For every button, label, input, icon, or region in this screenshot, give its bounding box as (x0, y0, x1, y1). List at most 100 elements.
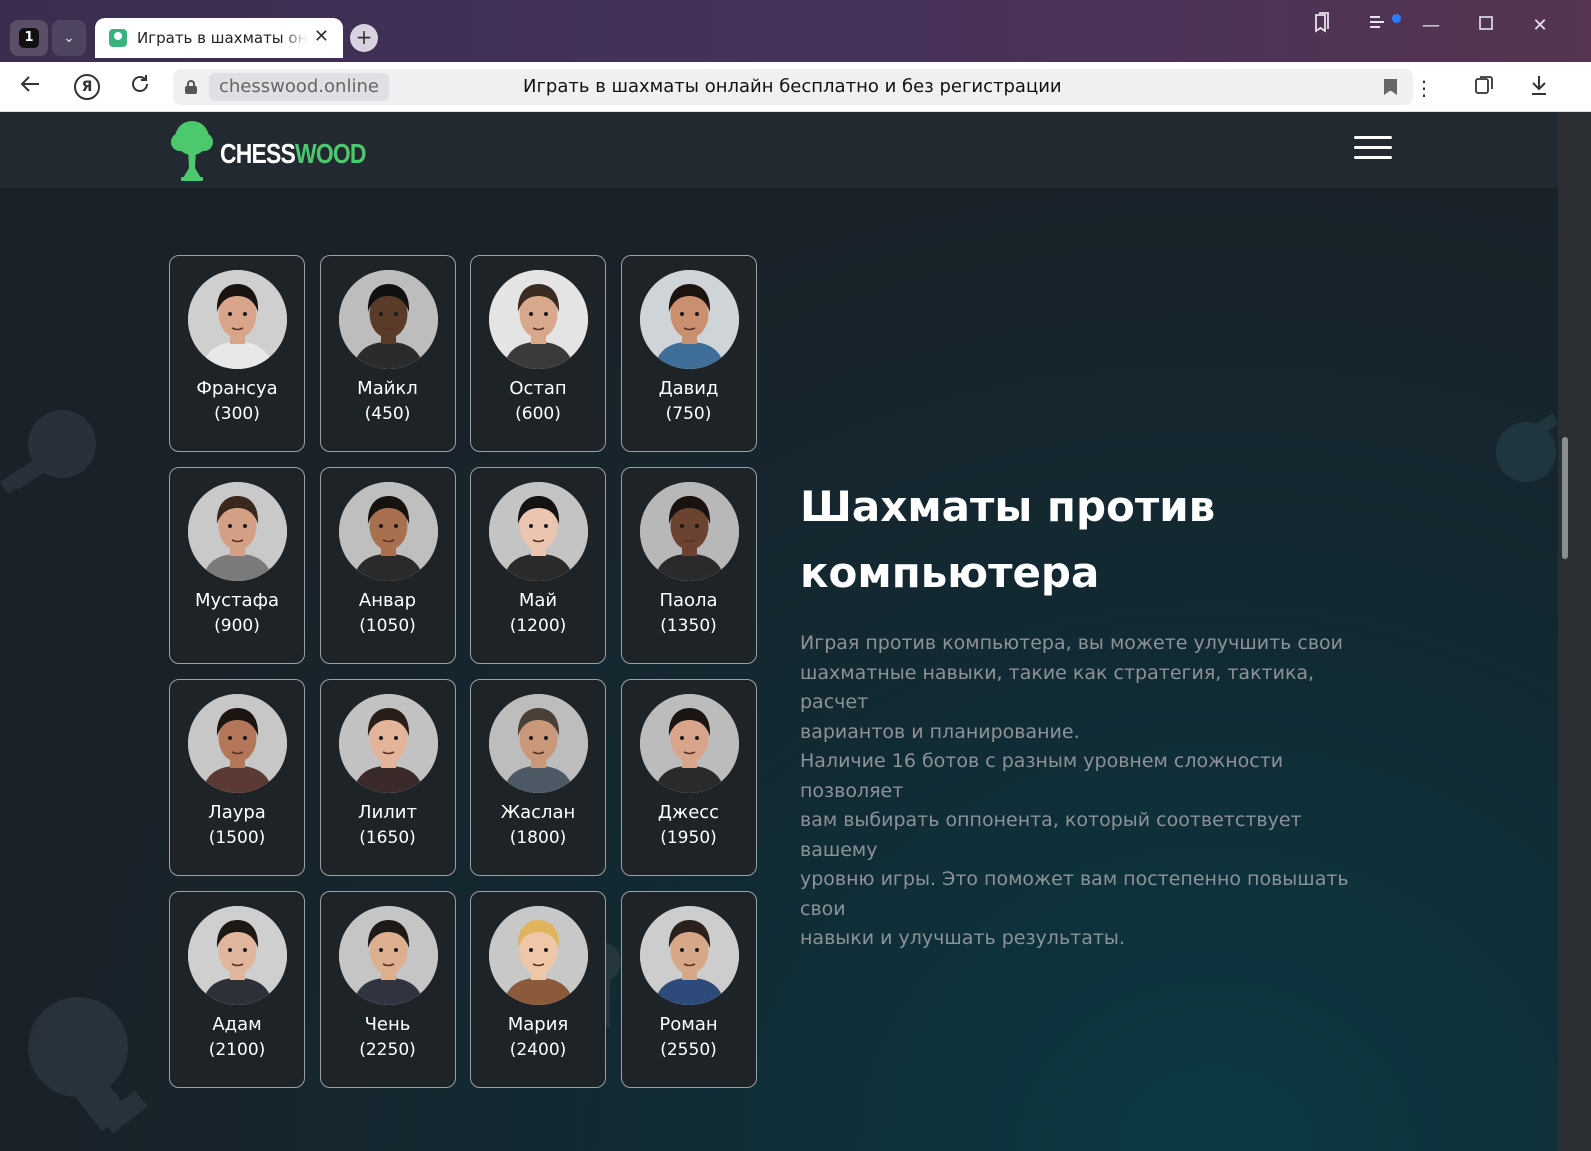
bot-rating: (2550) (660, 1040, 717, 1060)
minimize-icon[interactable]: — (1417, 12, 1445, 40)
bot-name: Франсуа (196, 378, 278, 399)
bot-card[interactable]: Лилит (1650) (319, 679, 456, 876)
tab-counter-button[interactable]: 1 (10, 20, 48, 56)
hero-text-line: Наличие 16 ботов с разным уровнем сложно… (800, 750, 1284, 802)
logo-word-wood: WOOD (295, 138, 367, 169)
bot-avatar (338, 482, 438, 581)
more-options-icon[interactable]: ⋮ (1410, 74, 1438, 102)
bot-rating: (1950) (660, 828, 717, 848)
address-bar-input[interactable]: chesswood.online Играть в шахматы онлайн… (173, 69, 1413, 105)
bot-rating: (1200) (509, 616, 567, 636)
hero-text-line: Играя против компьютера, вы можете улучш… (800, 632, 1344, 654)
bot-avatar (188, 270, 287, 369)
yandex-icon[interactable]: Я (74, 74, 100, 100)
downloads-icon[interactable] (1525, 74, 1553, 102)
hero-text-line: уровню игры. Это поможет вам постепенно … (800, 868, 1349, 920)
domain-chip[interactable]: chesswood.online (209, 73, 389, 101)
bookmarks-panel-icon[interactable] (1308, 12, 1336, 40)
hero-text-line: вам выбирать оппонента, который соответс… (800, 809, 1302, 861)
collections-icon[interactable] (1470, 74, 1498, 102)
browser-tab-active[interactable]: Играть в шахматы онлайн бесплатно и без … (95, 18, 343, 58)
bot-card[interactable]: Паола (1350) (620, 467, 757, 664)
bot-name: Май (518, 590, 558, 611)
bot-name: Лилит (358, 802, 417, 823)
bot-avatar (338, 270, 438, 369)
bot-name: Мустафа (194, 590, 279, 611)
bot-rating: (1350) (660, 616, 717, 636)
bot-rating: (750) (665, 404, 712, 424)
bot-name: Анвар (358, 590, 417, 611)
bot-card[interactable]: Джесс (1950) (620, 679, 757, 876)
bot-card[interactable]: Франсуа (300) (169, 255, 305, 452)
bookmark-icon[interactable] (1384, 79, 1397, 95)
bot-card[interactable]: Мария (2400) (470, 891, 606, 1088)
lock-icon[interactable] (185, 80, 197, 94)
hamburger-menu-icon[interactable] (1354, 136, 1392, 160)
bot-name: Остап (509, 378, 567, 399)
new-tab-button[interactable]: + (350, 24, 378, 52)
bot-avatar (489, 694, 588, 793)
menu-lines-icon[interactable] (1364, 12, 1392, 40)
bot-card[interactable]: Майкл (450) (319, 255, 456, 452)
bot-avatar (639, 906, 739, 1005)
bot-avatar (489, 482, 588, 581)
bot-card[interactable]: Роман (2550) (620, 891, 757, 1088)
bot-name: Майкл (357, 378, 418, 399)
bot-card[interactable]: Анвар (1050) (319, 467, 456, 664)
bot-rating: (2100) (208, 1040, 266, 1060)
hero-description: Играя против компьютера, вы можете улучш… (800, 629, 1380, 954)
bot-card[interactable]: Чень (2250) (319, 891, 456, 1088)
bot-rating: (900) (214, 616, 260, 636)
tree-logo-icon[interactable] (170, 120, 214, 182)
bot-avatar (188, 906, 287, 1005)
bot-card[interactable]: Лаура (1500) (169, 679, 305, 876)
bot-rating: (1650) (359, 828, 416, 848)
close-tab-icon[interactable]: ✕ (314, 26, 329, 47)
bot-avatar (188, 482, 287, 581)
maximize-icon[interactable] (1472, 12, 1500, 40)
bot-rating: (1050) (359, 616, 416, 636)
bot-rating: (1500) (208, 828, 266, 848)
bot-name: Жаслан (500, 802, 576, 823)
bot-card[interactable]: Остап (600) (470, 255, 606, 452)
bot-card[interactable]: Давид (750) (620, 255, 757, 452)
hero-text-line: вариантов и планирование. (800, 720, 1080, 743)
decorative-chess-piece-icon (0, 410, 96, 494)
bot-rating: (1800) (509, 828, 567, 848)
bot-name: Мария (507, 1014, 569, 1035)
back-arrow-icon[interactable] (16, 73, 44, 101)
site-logo-text[interactable]: CHESSWOOD (220, 138, 367, 170)
hero-title-line: Шахматы против (800, 482, 1216, 531)
bot-rating: (600) (515, 404, 561, 424)
bot-name: Чень (364, 1014, 411, 1035)
bot-name: Роман (659, 1014, 718, 1035)
bot-rating: (300) (214, 404, 260, 424)
browser-titlebar: 1 ⌄ Играть в шахматы онлайн бесплатно и … (0, 0, 1591, 62)
bot-name: Адам (212, 1014, 262, 1035)
bot-card[interactable]: Адам (2100) (169, 891, 305, 1088)
page-scrollbar[interactable] (1558, 112, 1591, 1151)
bot-name: Паола (659, 590, 718, 611)
bot-avatar (188, 694, 287, 793)
tab-title: Играть в шахматы онлайн бесплатно и без … (137, 29, 307, 47)
bot-rating: (450) (364, 404, 411, 424)
bot-name: Джесс (657, 802, 720, 823)
browser-addressbar: Я chesswood.online Играть в шахматы онла… (0, 62, 1591, 112)
reload-icon[interactable] (126, 73, 154, 101)
bot-card[interactable]: Май (1200) (470, 467, 606, 664)
decorative-chess-piece-icon (1496, 413, 1558, 482)
page-viewport: CHESSWOOD Франсуа (300) Майкл (450) Остап (60… (0, 112, 1558, 1151)
bot-card[interactable]: Мустафа (900) (169, 467, 305, 664)
logo-word-chess: CHESS (220, 138, 296, 169)
close-window-icon[interactable]: ✕ (1526, 12, 1554, 40)
bot-card[interactable]: Жаслан (1800) (470, 679, 606, 876)
hero-title-line: компьютера (800, 548, 1100, 597)
site-header: CHESSWOOD (0, 112, 1558, 188)
site-favicon-icon (109, 29, 127, 47)
hero-text-line: навыки и улучшать результаты. (800, 927, 1125, 949)
bot-rating: (2250) (359, 1040, 416, 1060)
bot-avatar (639, 270, 739, 369)
scrollbar-thumb[interactable] (1562, 437, 1568, 559)
tab-list-chevron-icon[interactable]: ⌄ (52, 20, 86, 56)
bot-grid: Франсуа (300) Майкл (450) Остап (600) Давид (75… (169, 255, 757, 1089)
